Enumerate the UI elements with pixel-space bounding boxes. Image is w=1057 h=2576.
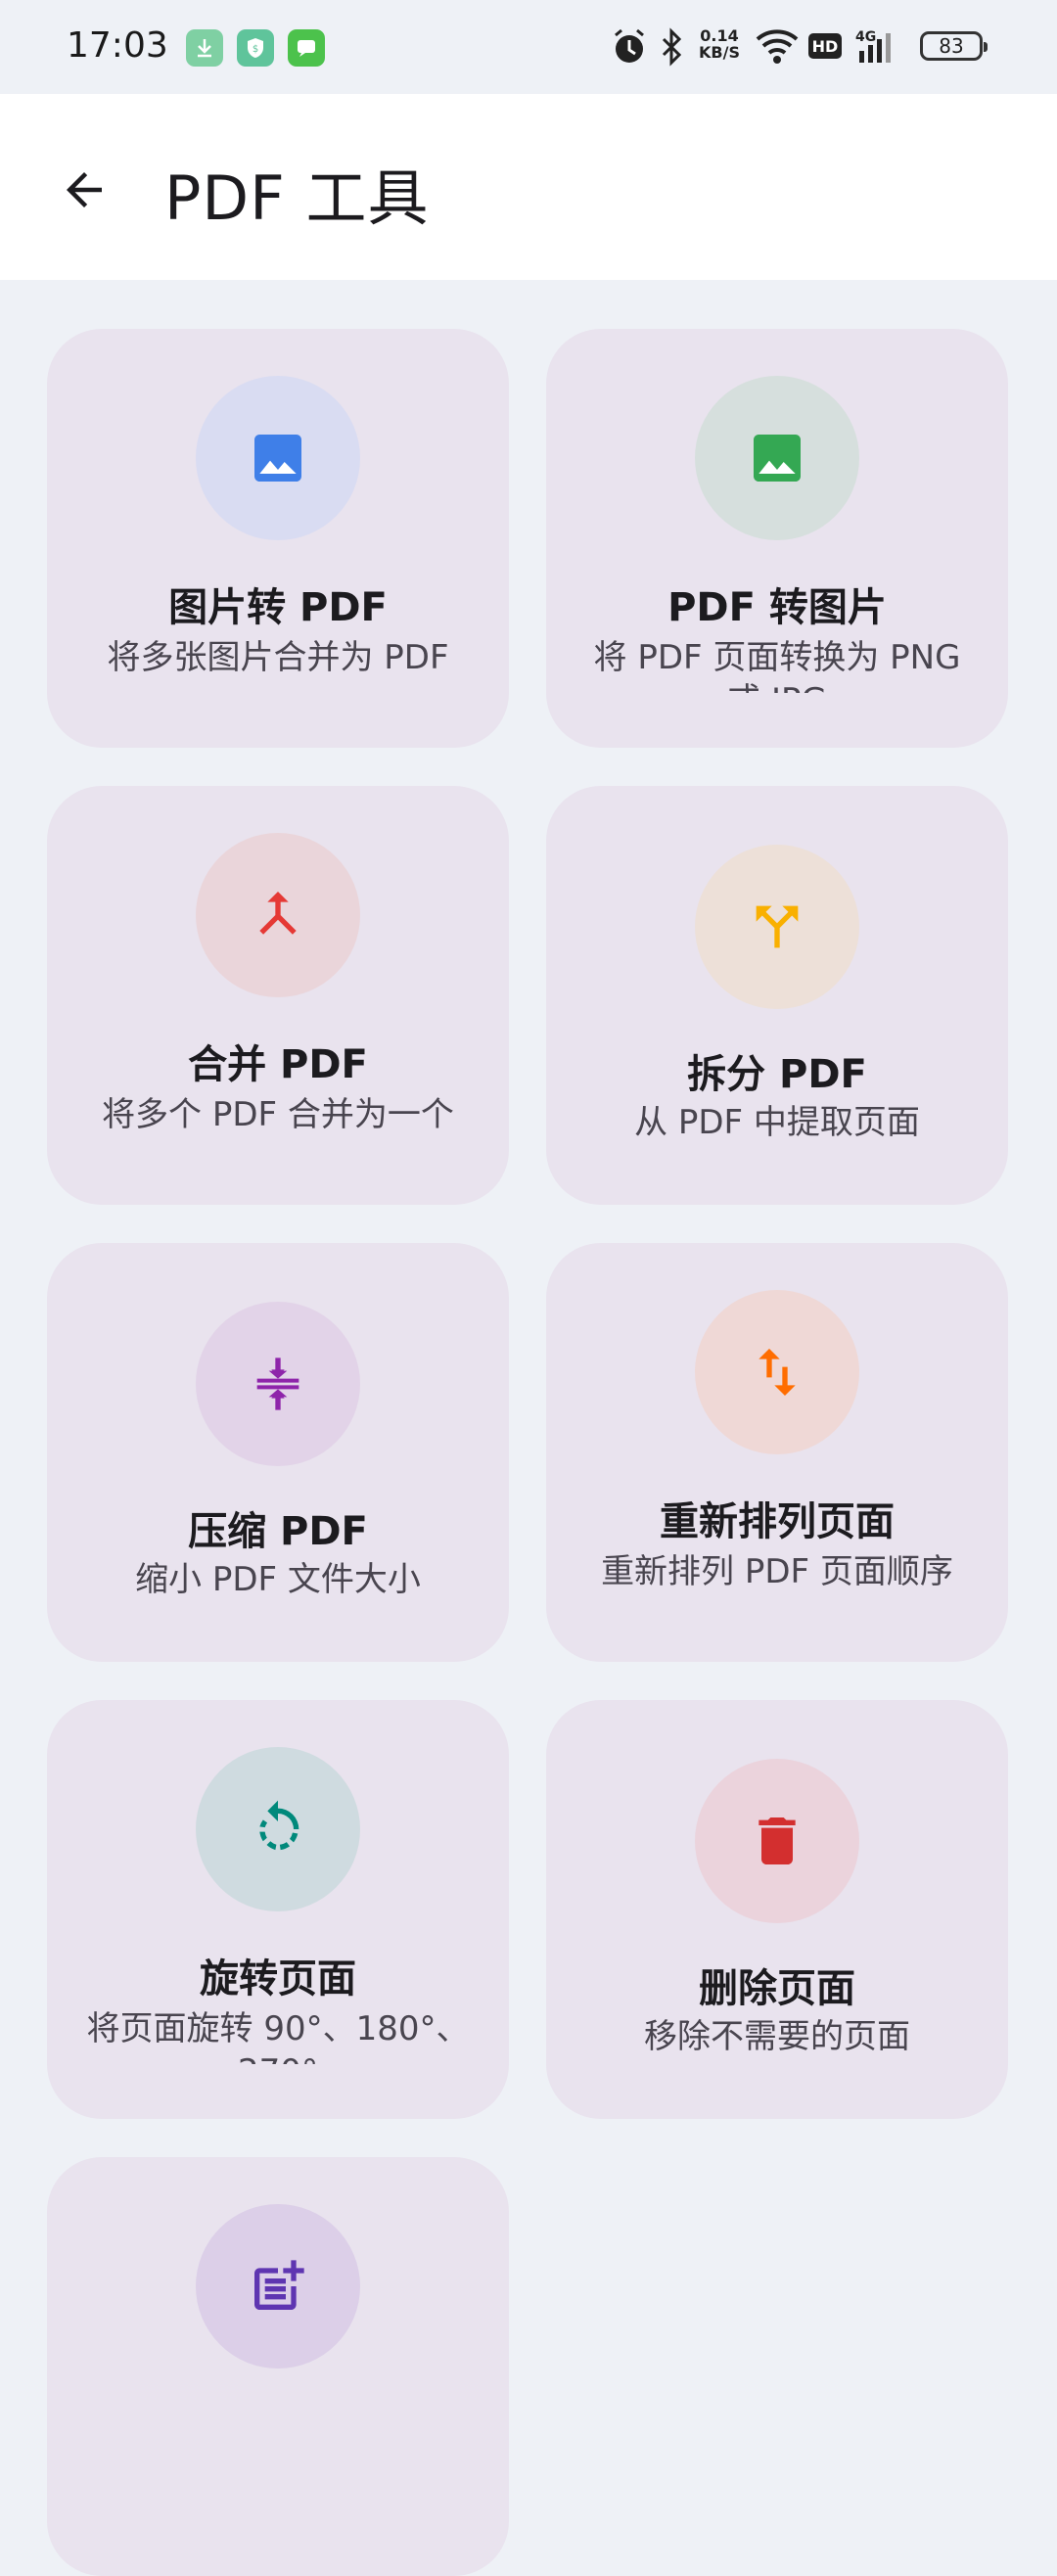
tool-description: 将页面旋转 90°、180°、270° bbox=[86, 2009, 470, 2064]
hd-badge: HD bbox=[808, 33, 842, 59]
message-app-icon bbox=[288, 29, 325, 67]
tool-card-split-pdf[interactable]: 拆分 PDF 从 PDF 中提取页面 bbox=[546, 786, 1008, 1205]
merge-icon bbox=[259, 892, 297, 935]
svg-text:$: $ bbox=[253, 44, 258, 55]
battery-icon: 83 bbox=[920, 31, 988, 61]
shield-app-icon: $ bbox=[237, 29, 274, 67]
network-speed: 0.14 KB/S bbox=[699, 27, 740, 61]
tool-icon-circle bbox=[196, 376, 360, 540]
status-time: 17:03 bbox=[67, 25, 168, 66]
alarm-icon bbox=[611, 27, 648, 70]
tool-description: 从 PDF 中提取页面 bbox=[634, 1103, 920, 1142]
swap-vert-icon bbox=[758, 1349, 796, 1396]
tool-icon-circle bbox=[695, 376, 859, 540]
tool-title: 旋转页面 bbox=[200, 1956, 356, 2001]
app-bar: PDF 工具 bbox=[0, 94, 1057, 280]
download-app-icon bbox=[186, 29, 223, 67]
delete-icon bbox=[758, 1817, 796, 1864]
tool-title: 重新排列页面 bbox=[660, 1499, 895, 1544]
tool-card-add-page[interactable] bbox=[47, 2157, 509, 2576]
tool-description: 重新排列 PDF 页面顺序 bbox=[601, 1552, 953, 1591]
tool-card-merge-pdf[interactable]: 合并 PDF 将多个 PDF 合并为一个 bbox=[47, 786, 509, 1205]
image-icon bbox=[754, 435, 801, 482]
tool-icon-circle bbox=[196, 2204, 360, 2369]
status-bar: 17:03 $ 0.14 KB/S HD 4G 83 bbox=[0, 0, 1057, 94]
tool-icon-circle bbox=[196, 1747, 360, 1911]
tool-icon-circle bbox=[695, 1290, 859, 1454]
bluetooth-icon bbox=[660, 27, 685, 70]
tool-description: 将 PDF 页面转换为 PNG 或 JPG bbox=[593, 638, 961, 693]
network-speed-unit: KB/S bbox=[699, 43, 740, 62]
tool-icon-circle bbox=[196, 833, 360, 997]
tool-description: 缩小 PDF 文件大小 bbox=[135, 1560, 421, 1599]
split-icon bbox=[756, 905, 799, 948]
arrow-back-icon bbox=[67, 172, 102, 207]
tool-title: 压缩 PDF bbox=[188, 1509, 368, 1554]
tool-description: 将多个 PDF 合并为一个 bbox=[102, 1095, 454, 1134]
tool-description: 移除不需要的页面 bbox=[644, 2017, 910, 2056]
tool-icon-circle bbox=[695, 845, 859, 1009]
tool-card-rotate-pages[interactable]: 旋转页面 将页面旋转 90°、180°、270° bbox=[47, 1700, 509, 2119]
signal-icon: 4G bbox=[855, 27, 904, 70]
tool-title: 删除页面 bbox=[699, 1966, 855, 2011]
network-speed-value: 0.14 bbox=[700, 26, 739, 45]
tool-title: 图片转 PDF bbox=[168, 585, 388, 630]
back-button[interactable] bbox=[45, 151, 123, 229]
tool-card-compress-pdf[interactable]: 压缩 PDF 缩小 PDF 文件大小 bbox=[47, 1243, 509, 1662]
network-type-label: 4G bbox=[855, 29, 876, 45]
tool-card-image-to-pdf[interactable]: 图片转 PDF 将多张图片合并为 PDF bbox=[47, 329, 509, 748]
tool-description: 将多张图片合并为 PDF bbox=[107, 638, 449, 677]
tool-card-reorder-pages[interactable]: 重新排列页面 重新排列 PDF 页面顺序 bbox=[546, 1243, 1008, 1662]
tool-card-delete-pages[interactable]: 删除页面 移除不需要的页面 bbox=[546, 1700, 1008, 2119]
tool-icon-circle bbox=[695, 1759, 859, 1923]
tool-title: PDF 转图片 bbox=[667, 585, 887, 630]
tool-title: 拆分 PDF bbox=[687, 1052, 867, 1097]
tool-icon-circle bbox=[196, 1302, 360, 1466]
post-add-icon bbox=[254, 2260, 304, 2310]
page-title: PDF 工具 bbox=[164, 162, 430, 234]
rotate-icon bbox=[259, 1800, 299, 1851]
tool-title: 合并 PDF bbox=[188, 1042, 368, 1087]
compress-icon bbox=[256, 1357, 299, 1410]
tool-card-pdf-to-image[interactable]: PDF 转图片 将 PDF 页面转换为 PNG 或 JPG bbox=[546, 329, 1008, 748]
wifi-icon bbox=[756, 27, 799, 69]
image-icon bbox=[254, 435, 301, 482]
